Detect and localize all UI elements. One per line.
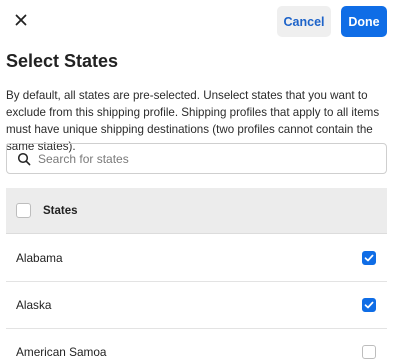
cancel-button[interactable]: Cancel <box>277 6 331 37</box>
close-icon <box>15 14 27 26</box>
state-name: Alaska <box>16 298 52 312</box>
table-row[interactable]: American Samoa <box>6 329 387 364</box>
search-box[interactable] <box>6 143 387 174</box>
state-checkbox[interactable] <box>362 345 376 359</box>
search-icon <box>17 152 31 165</box>
page-title: Select States <box>6 51 119 71</box>
top-bar: Cancel Done <box>0 0 400 42</box>
search-input[interactable] <box>38 151 386 166</box>
table-header: States <box>6 188 387 234</box>
state-name: American Samoa <box>16 345 107 359</box>
table-row[interactable]: Alaska <box>6 282 387 329</box>
close-button[interactable] <box>6 5 36 35</box>
table-row[interactable]: Alabama <box>6 235 387 282</box>
state-checkbox[interactable] <box>362 251 376 265</box>
done-button[interactable]: Done <box>341 6 387 37</box>
checkmark-icon <box>364 301 374 309</box>
states-column-label: States <box>43 204 78 217</box>
select-all-checkbox[interactable] <box>16 203 31 218</box>
state-name: Alabama <box>16 251 63 265</box>
checkmark-icon <box>364 254 374 262</box>
state-checkbox[interactable] <box>362 298 376 312</box>
